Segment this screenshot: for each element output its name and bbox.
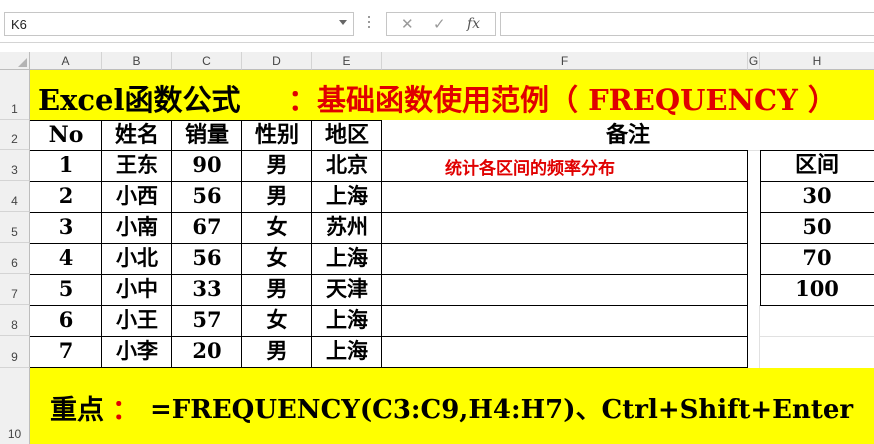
column-header-b[interactable]: B: [102, 52, 172, 70]
cancel-icon[interactable]: ✕: [401, 15, 414, 33]
cell-region[interactable]: 上海: [312, 336, 382, 368]
interval-value[interactable]: 100: [760, 274, 874, 305]
column-header-c[interactable]: C: [172, 52, 242, 70]
row-header-2[interactable]: 2: [0, 120, 30, 150]
key-point-formula: =FREQUENCY(C3:C9,H4:H7)、Ctrl+Shift+Enter: [150, 395, 854, 425]
cell-gender[interactable]: 男: [242, 336, 312, 368]
cell-gender[interactable]: 男: [242, 150, 312, 181]
column-header-a[interactable]: A: [30, 52, 102, 70]
cell-no[interactable]: 5: [30, 274, 102, 305]
select-all-icon: [18, 58, 27, 67]
header-name[interactable]: 姓名: [102, 120, 172, 150]
column-header-d[interactable]: D: [242, 52, 312, 70]
insert-function-icon[interactable]: fx: [467, 16, 480, 32]
header-gender[interactable]: 性别: [242, 120, 312, 150]
title-prefix: Excel函数公式: [38, 83, 241, 117]
gridline: [748, 150, 760, 151]
cell-sales[interactable]: 90: [172, 150, 242, 181]
cell-sales[interactable]: 57: [172, 305, 242, 336]
cell-gender[interactable]: 女: [242, 212, 312, 243]
gridline: [759, 305, 760, 368]
cell-region[interactable]: 北京: [312, 150, 382, 181]
cell-name[interactable]: 王东: [102, 150, 172, 181]
formula-input[interactable]: [500, 12, 874, 36]
row-header-1[interactable]: 1: [0, 70, 30, 120]
cell-sales[interactable]: 56: [172, 181, 242, 212]
column-header-g[interactable]: G: [748, 52, 760, 70]
cell-gender[interactable]: 女: [242, 243, 312, 274]
interval-header[interactable]: 区间: [760, 150, 874, 181]
cell-no[interactable]: 7: [30, 336, 102, 368]
cell-region[interactable]: 上海: [312, 305, 382, 336]
cell-gender[interactable]: 女: [242, 305, 312, 336]
cell-sales[interactable]: 33: [172, 274, 242, 305]
row-header-10[interactable]: 10: [0, 368, 30, 444]
cell-name[interactable]: 小王: [102, 305, 172, 336]
remark-cell[interactable]: 统计各区间的频率分布: [445, 154, 615, 179]
drag-handle-icon[interactable]: [368, 16, 371, 30]
row-header-7[interactable]: 7: [0, 274, 30, 305]
cell-gender[interactable]: 男: [242, 274, 312, 305]
chevron-down-icon[interactable]: [339, 20, 347, 25]
cell-sales[interactable]: 20: [172, 336, 242, 368]
cell-name[interactable]: 小李: [102, 336, 172, 368]
formula-buttons: ✕ ✓ fx: [386, 12, 496, 36]
cell-no[interactable]: 1: [30, 150, 102, 181]
interval-value[interactable]: 50: [760, 212, 874, 243]
cell-region[interactable]: 上海: [312, 181, 382, 212]
key-point-label: 重点: [50, 395, 104, 426]
column-header-f[interactable]: F: [382, 52, 748, 70]
cell-no[interactable]: 3: [30, 212, 102, 243]
cell-region[interactable]: 苏州: [312, 212, 382, 243]
row-header-4[interactable]: 4: [0, 181, 30, 212]
column-header-h[interactable]: H: [760, 52, 874, 70]
cell-sales[interactable]: 67: [172, 212, 242, 243]
cell-no[interactable]: 4: [30, 243, 102, 274]
cell-name[interactable]: 小北: [102, 243, 172, 274]
header-no[interactable]: No: [30, 120, 102, 150]
key-point-colon: ：: [112, 395, 139, 426]
select-all-button[interactable]: [0, 52, 30, 70]
column-header-e[interactable]: E: [312, 52, 382, 70]
row-header-5[interactable]: 5: [0, 212, 30, 243]
cell-region[interactable]: 天津: [312, 274, 382, 305]
title-banner: Excel函数公式 ：基础函数使用范例（ FREQUENCY ）: [30, 70, 874, 120]
header-sales[interactable]: 销量: [172, 120, 242, 150]
interval-value[interactable]: 30: [760, 181, 874, 212]
cell-name[interactable]: 小南: [102, 212, 172, 243]
cell-region[interactable]: 上海: [312, 243, 382, 274]
row-header-3[interactable]: 3: [0, 150, 30, 181]
header-region[interactable]: 地区: [312, 120, 382, 150]
row-header-9[interactable]: 9: [0, 336, 30, 368]
interval-value[interactable]: 70: [760, 243, 874, 274]
cell-sales[interactable]: 56: [172, 243, 242, 274]
row-header-8[interactable]: 8: [0, 305, 30, 336]
title-subject: ：基础函数使用范例（ FREQUENCY ）: [288, 83, 837, 117]
cell-no[interactable]: 6: [30, 305, 102, 336]
cell-name[interactable]: 小中: [102, 274, 172, 305]
header-remark[interactable]: 备注: [382, 120, 874, 150]
cell-name[interactable]: 小西: [102, 181, 172, 212]
formula-toolbar: K6 ✕ ✓ fx: [0, 0, 874, 43]
enter-icon[interactable]: ✓: [433, 15, 446, 33]
key-point-banner: 重点 ： =FREQUENCY(C3:C9,H4:H7)、Ctrl+Shift+…: [30, 368, 874, 444]
row-header-6[interactable]: 6: [0, 243, 30, 274]
gridline: [760, 336, 874, 337]
cell-gender[interactable]: 男: [242, 181, 312, 212]
cell-no[interactable]: 2: [30, 181, 102, 212]
name-box-value: K6: [11, 17, 27, 32]
name-box[interactable]: K6: [4, 12, 354, 36]
